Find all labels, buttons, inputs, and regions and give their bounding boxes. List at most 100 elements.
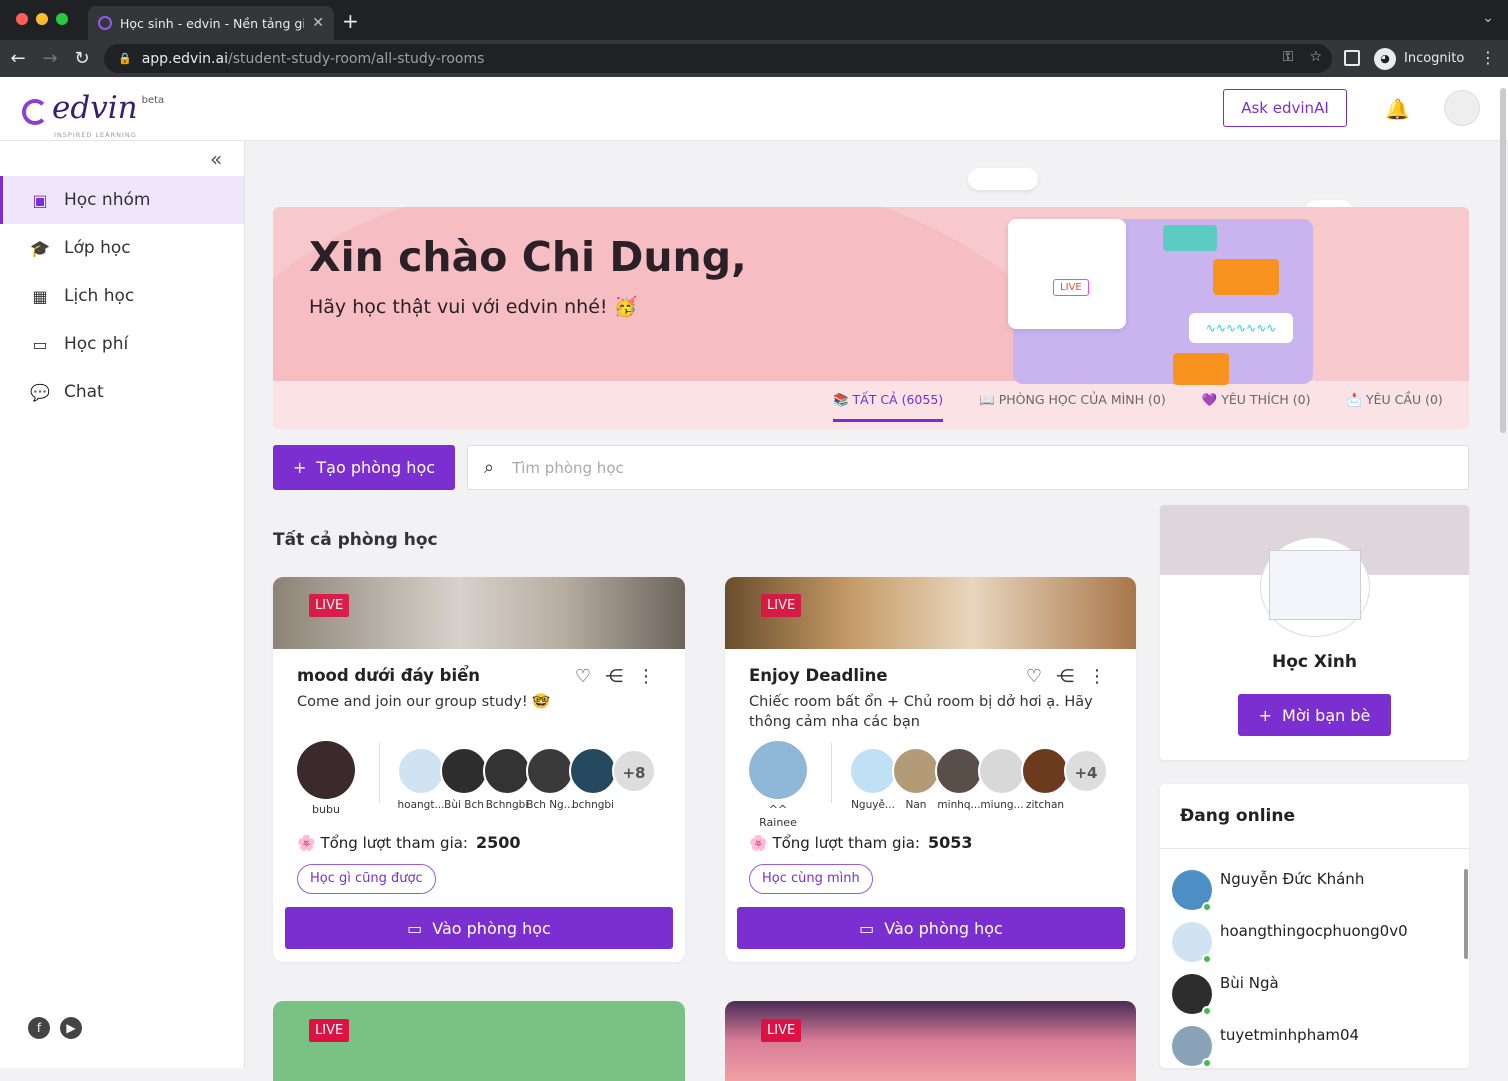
avatar [935,747,983,795]
room-card[interactable]: LIVE [725,1001,1136,1081]
group-study-icon: ▣ [32,190,48,210]
enter-room-label: Vào phòng học [432,918,551,938]
ask-edvinai-button[interactable]: Ask edvinAI [1223,89,1347,127]
room-tag[interactable]: Học cùng mình [749,864,873,894]
online-user[interactable]: Bùi Ngà [1172,972,1408,1024]
tab-all[interactable]: 📚 TẤT CẢ (6055) [833,392,944,422]
member-name: Nan [905,799,927,811]
reload-icon[interactable]: ↻ [66,48,98,69]
room-card[interactable]: LIVE mood dưới đáy biển ♡ ⋲ ⋮ Come and j… [273,577,685,962]
more-members-count[interactable]: +8 [612,749,656,793]
participation-total: 🌸 Tổng lượt tham gia: 5053 [749,833,973,852]
room-description: Come and join our group study! 🤓 [297,694,551,710]
profile-avatar[interactable] [1260,537,1370,637]
online-user-name: tuyetminhpham04 [1220,1026,1360,1044]
enter-room-button[interactable]: ▭ Vào phòng học [285,907,673,949]
collapse-sidebar-icon[interactable]: « [210,147,222,171]
member[interactable]: miung... [978,747,1026,811]
online-user[interactable]: hoangthingocphuong0v0 [1172,920,1408,972]
edvin-logo[interactable]: edvin beta INSPIRED LEARNING [22,91,164,139]
sidebar-item-label: Lớp học [64,238,131,258]
sidebar-item-hoc-phi[interactable]: ▭ Học phí [0,320,244,368]
tab-requests[interactable]: 📩 YÊU CẦU (0) [1346,392,1442,422]
enter-room-button[interactable]: ▭ Vào phòng học [737,907,1125,949]
member[interactable]: bchngbi [569,747,617,811]
participation-total: 🌸 Tổng lượt tham gia: 2500 [297,833,521,852]
member[interactable]: Bchngbi [483,747,531,811]
online-list-scrollbar[interactable] [1464,869,1468,959]
invite-friends-button[interactable]: + Mời bạn bè [1238,694,1391,736]
share-icon[interactable]: ⋲ [1056,666,1074,687]
room-host[interactable]: bubu [297,741,355,816]
youtube-icon[interactable]: ▶ [60,1017,82,1039]
facebook-icon[interactable]: f [28,1017,50,1039]
search-input[interactable] [512,458,1313,477]
online-user[interactable]: tuyetminhpham04 [1172,1024,1408,1068]
app-header: edvin beta INSPIRED LEARNING Ask edvinAI… [0,77,1508,141]
member[interactable]: Bch Ng... [526,747,574,811]
member[interactable]: hoangt... [397,747,445,811]
member[interactable]: Nguyễ... [849,747,897,811]
incognito-indicator[interactable]: ◕ Incognito [1374,44,1464,73]
room-filter-tabs: 📚 TẤT CẢ (6055) 📖 PHÒNG HỌC CỦA MÌNH (0)… [833,392,1443,422]
member-name: Nguyễ... [851,799,895,811]
avatar [1172,922,1212,964]
member-name: bchngbi [572,799,614,811]
star-icon[interactable]: ☆ [1309,49,1322,65]
page-scrollbar[interactable] [1500,88,1506,433]
member[interactable]: minhq... [935,747,983,811]
heart-icon[interactable]: ♡ [1026,666,1042,687]
tab-favorites[interactable]: 💜 YÊU THÍCH (0) [1202,392,1311,422]
room-card[interactable]: LIVE Enjoy Deadline ♡ ⋲ ⋮ Chiếc room bất… [725,577,1136,962]
search-box: ⌕ [467,445,1469,490]
avatar [892,747,940,795]
more-vertical-icon[interactable]: ⋮ [637,666,655,687]
browser-tab[interactable]: Học sinh - edvin - Nền tảng giá ✕ [88,6,334,40]
avatar [297,741,355,799]
member[interactable]: Bùi Bch [440,747,488,811]
browser-menu-icon[interactable]: ⋮ [1480,48,1496,67]
close-window-button[interactable] [16,13,28,25]
online-user[interactable]: Nguyễn Đức Khánh [1172,868,1408,920]
avatar [1172,870,1212,912]
chat-bubble-illustration [1213,259,1279,295]
room-tag[interactable]: Học gì cũng được [297,864,436,894]
side-panel-icon[interactable] [1344,50,1360,66]
member-name: Bchngbi [485,799,529,811]
room-card[interactable]: LIVE [273,1001,685,1081]
url-path: /student-study-room/all-study-rooms [227,50,485,67]
url-field[interactable]: 🔒 app.edvin.ai/student-study-room/all-st… [104,44,1332,73]
user-avatar[interactable] [1444,90,1480,126]
sidebar-item-lich-hoc[interactable]: ▦ Lịch học [0,272,244,320]
online-user-name: hoangthingocphuong0v0 [1220,922,1408,940]
avatar [483,747,531,795]
key-icon[interactable]: ⚿ [1283,49,1294,65]
sidebar-item-label: Học nhóm [64,190,151,210]
address-bar: ← → ↻ 🔒 app.edvin.ai/student-study-room/… [0,40,1508,77]
maximize-window-button[interactable] [56,13,68,25]
share-icon[interactable]: ⋲ [605,666,623,687]
more-vertical-icon[interactable]: ⋮ [1088,666,1106,687]
back-arrow-icon[interactable]: ← [2,48,34,69]
new-tab-icon[interactable]: + [342,9,359,33]
tab-my-rooms[interactable]: 📖 PHÒNG HỌC CỦA MÌNH (0) [979,392,1166,422]
member[interactable]: zitchan [1021,747,1069,811]
forward-arrow-icon[interactable]: → [34,48,66,69]
sidebar-item-lop-hoc[interactable]: 🎓 Lớp học [0,224,244,272]
more-members-count[interactable]: +4 [1064,749,1108,793]
sidebar-item-hoc-nhom[interactable]: ▣ Học nhóm [0,176,244,224]
minimize-window-button[interactable] [36,13,48,25]
heart-icon[interactable]: ♡ [575,666,591,687]
create-room-button[interactable]: + Tạo phòng học [273,445,455,490]
chevron-down-icon[interactable]: ⌄ [1482,10,1494,26]
live-badge: LIVE [761,1019,802,1042]
profile-name: Học Xinh [1271,652,1358,672]
live-badge: LIVE [761,594,802,617]
url-host: app.edvin.ai [141,50,228,67]
room-host[interactable]: ^^ Rainee [749,741,807,829]
member[interactable]: Nan [892,747,940,811]
sidebar-item-chat[interactable]: 💬 Chat [0,368,244,416]
notification-bell-icon[interactable]: 🔔 [1385,97,1410,121]
close-tab-icon[interactable]: ✕ [312,15,324,31]
video-camera-icon: ▭ [859,918,875,938]
